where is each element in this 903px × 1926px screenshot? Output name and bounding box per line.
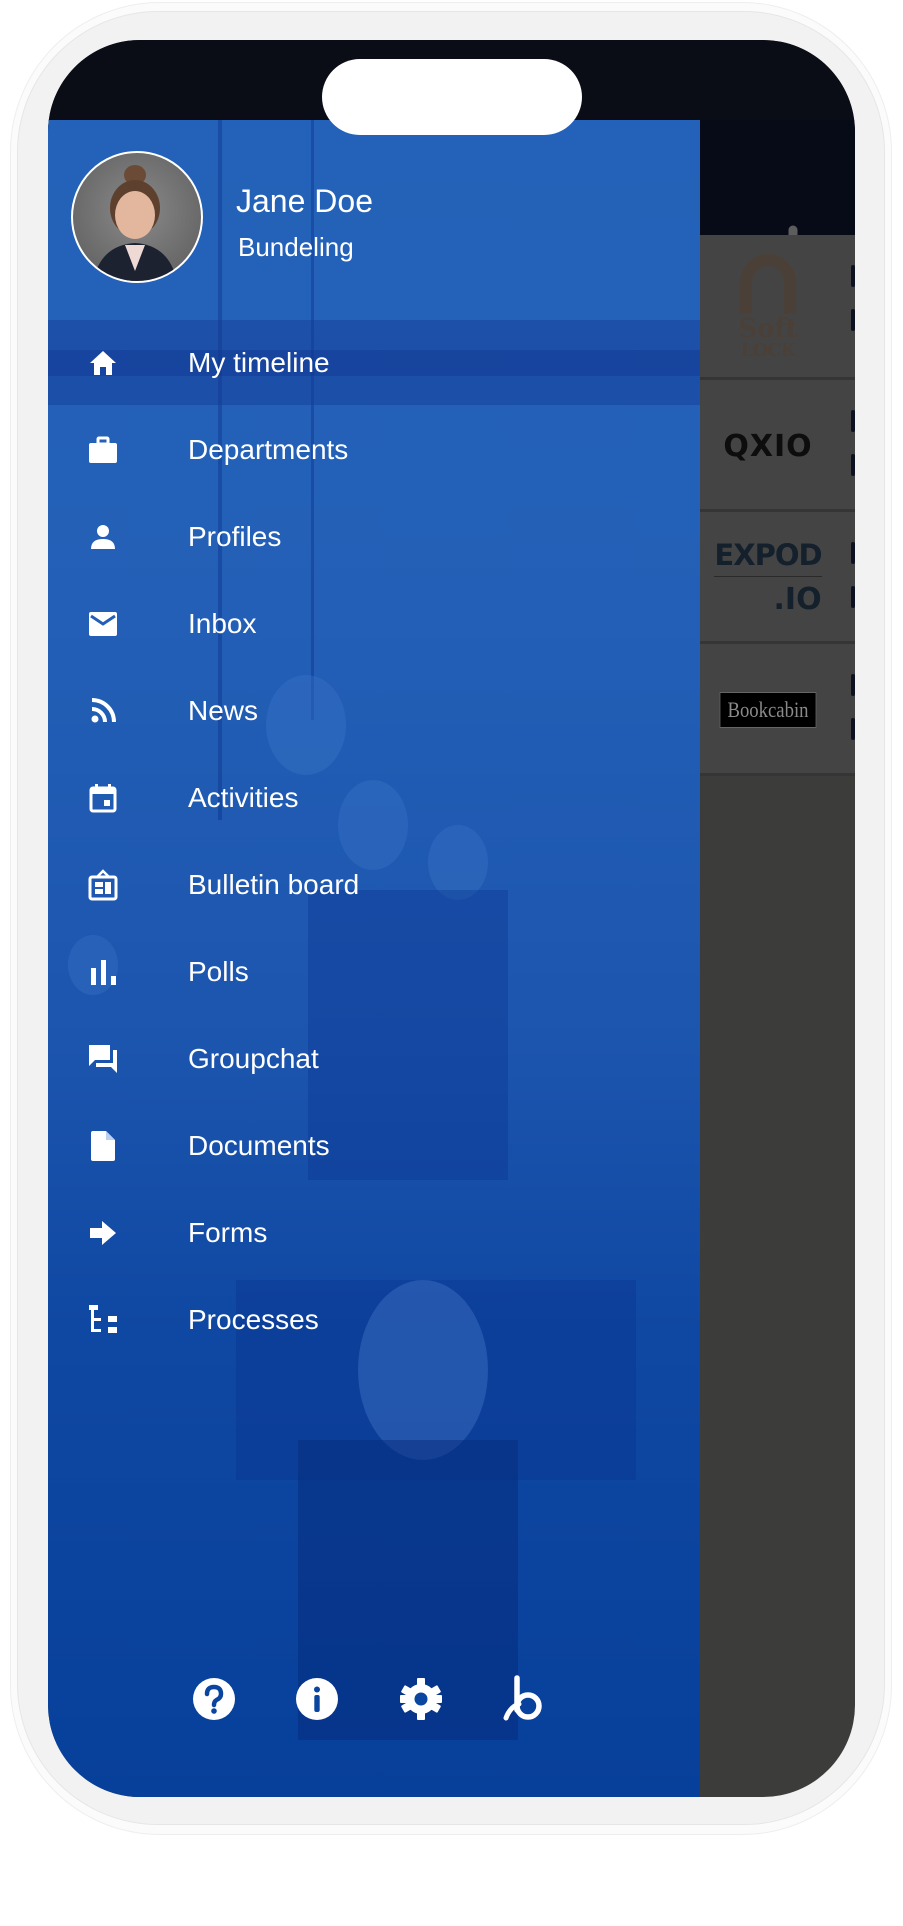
expod-logo: EXPOD .IO [714,538,823,617]
drawer-footer [48,1675,700,1735]
phone-screen: Soft LOCK QXIO EXPOD .IO Bookcabin Jane … [48,40,855,1797]
truncated-text [851,454,855,476]
home-icon [86,346,120,380]
person-icon [86,520,120,554]
menu-item-profiles[interactable]: Profiles [48,494,700,579]
document-icon [86,1129,120,1163]
brand-button[interactable] [499,1675,547,1723]
menu-item-activities[interactable]: Activities [48,755,700,840]
menu-item-my-timeline[interactable]: My timeline [48,320,700,405]
camera-notch [322,59,582,135]
avatar[interactable] [71,151,203,283]
truncated-text [851,542,855,564]
menu-item-forms[interactable]: Forms [48,1190,700,1275]
chat-icon [86,1042,120,1076]
bar-chart-icon [86,955,120,989]
truncated-text [851,674,855,696]
settings-button[interactable] [397,1675,445,1723]
truncated-text [851,718,855,740]
menu-item-groupchat[interactable]: Groupchat [48,1016,700,1101]
help-icon [193,1678,235,1720]
softlock-logo: Soft LOCK [698,247,838,367]
truncated-text [851,586,855,608]
gear-icon [400,1678,442,1720]
info-button[interactable] [293,1675,341,1723]
truncated-text [851,410,855,432]
menu-item-processes[interactable]: Processes [48,1277,700,1362]
help-button[interactable] [190,1675,238,1723]
qxio-logo: QXIO [723,428,813,464]
bundeling-logo-icon [503,1675,542,1721]
rss-icon [86,694,120,728]
profile-photo [93,165,177,281]
bookcabin-logo: Bookcabin [698,644,838,776]
hierarchy-icon [86,1303,120,1337]
menu-item-departments[interactable]: Departments [48,407,700,492]
menu-item-inbox[interactable]: Inbox [48,581,700,666]
info-icon [296,1678,338,1720]
bulletin-board-icon [86,868,120,902]
user-organization: Bundeling [238,232,354,262]
navigation-drawer: Jane Doe Bundeling My timeline Departmen… [48,120,700,1797]
mail-icon [86,607,120,641]
briefcase-icon [86,433,120,467]
arrow-right-icon [86,1216,120,1250]
profile-header[interactable]: Jane Doe Bundeling [48,120,700,320]
calendar-icon [86,781,120,815]
menu-item-documents[interactable]: Documents [48,1103,700,1188]
truncated-text [851,309,855,331]
menu-item-polls[interactable]: Polls [48,929,700,1014]
menu-item-news[interactable]: News [48,668,700,753]
menu-item-bulletin-board[interactable]: Bulletin board [48,842,700,927]
user-name: Jane Doe [236,183,373,219]
truncated-text [851,265,855,287]
